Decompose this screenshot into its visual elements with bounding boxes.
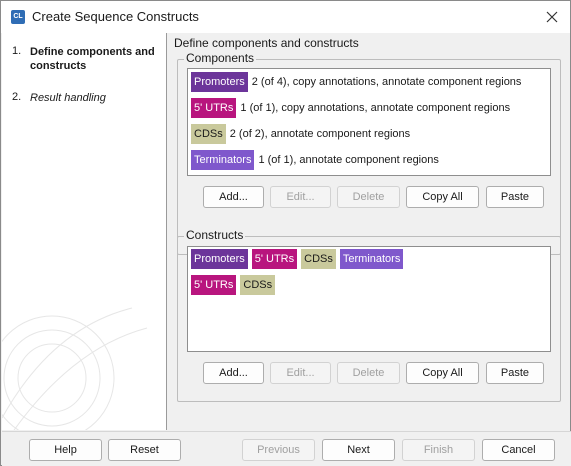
construct-row[interactable]: 5' UTRs CDSs (191, 275, 279, 295)
step-label: Define components and constructs (30, 46, 155, 72)
components-list[interactable]: Promoters 2 (of 4), copy annotations, an… (187, 68, 551, 176)
component-tag: Promoters (191, 72, 248, 92)
dialog-window: CL Create Sequence Constructs 1. Define … (0, 0, 571, 466)
construct-tag: 5' UTRs (251, 249, 298, 269)
dialog-footer: Help Reset Previous Next Finish Cancel (2, 431, 571, 466)
construct-row[interactable]: Promoters 5' UTRs CDSs Terminators (191, 249, 407, 269)
construct-tag: Terminators (339, 249, 404, 269)
list-item[interactable]: CDSs 2 (of 2), annotate component region… (191, 124, 410, 144)
page-heading: Define components and constructs (174, 36, 359, 50)
construct-tag: Promoters (191, 249, 248, 269)
constructs-add-button[interactable]: Add... (203, 362, 264, 384)
component-tag: 5' UTRs (191, 98, 237, 118)
components-edit-button[interactable]: Edit... (270, 186, 331, 208)
component-tag: Terminators (191, 150, 255, 170)
step-number: 1. (12, 45, 22, 57)
components-group: Components Promoters 2 (of 4), copy anno… (177, 51, 561, 255)
component-desc: 2 (of 2), annotate component regions (229, 128, 411, 140)
window-title: Create Sequence Constructs (32, 9, 199, 24)
components-paste-button[interactable]: Paste (486, 186, 544, 208)
constructs-title: Constructs (184, 228, 246, 242)
step-label: Result handling (30, 92, 106, 104)
title-bar: CL Create Sequence Constructs (1, 1, 570, 33)
step-number: 2. (12, 91, 22, 103)
components-add-button[interactable]: Add... (203, 186, 264, 208)
close-button[interactable] (534, 1, 570, 32)
constructs-paste-button[interactable]: Paste (486, 362, 544, 384)
cancel-button[interactable]: Cancel (482, 439, 555, 461)
finish-button[interactable]: Finish (402, 439, 475, 461)
components-delete-button[interactable]: Delete (337, 186, 400, 208)
help-button[interactable]: Help (29, 439, 102, 461)
reset-button[interactable]: Reset (108, 439, 181, 461)
component-desc: 1 (of 1), copy annotations, annotate com… (240, 102, 511, 114)
construct-tag: 5' UTRs (191, 275, 237, 295)
components-copy-all-button[interactable]: Copy All (406, 186, 479, 208)
constructs-list[interactable]: Promoters 5' UTRs CDSs Terminators 5' UT… (187, 246, 551, 352)
wizard-steps-panel: 1. Define components and constructs 2. R… (2, 33, 167, 430)
constructs-edit-button[interactable]: Edit... (270, 362, 331, 384)
list-item[interactable]: 5' UTRs 1 (of 1), copy annotations, anno… (191, 98, 510, 118)
close-icon (546, 11, 558, 22)
constructs-copy-all-button[interactable]: Copy All (406, 362, 479, 384)
component-desc: 2 (of 4), copy annotations, annotate com… (251, 76, 522, 88)
construct-tag: CDSs (301, 249, 336, 269)
constructs-delete-button[interactable]: Delete (337, 362, 400, 384)
main-content: Define components and constructs Compone… (168, 33, 570, 431)
component-desc: 1 (of 1), annotate component regions (258, 154, 439, 166)
next-button[interactable]: Next (322, 439, 395, 461)
app-icon: CL (11, 10, 25, 24)
construct-tag: CDSs (240, 275, 276, 295)
previous-button[interactable]: Previous (242, 439, 315, 461)
watermark-graphic (2, 307, 148, 430)
components-title: Components (184, 51, 257, 65)
list-item[interactable]: Terminators 1 (of 1), annotate component… (191, 150, 439, 170)
list-item[interactable]: Promoters 2 (of 4), copy annotations, an… (191, 72, 521, 92)
component-tag: CDSs (191, 124, 226, 144)
constructs-group: Constructs Promoters 5' UTRs CDSs Termin… (177, 228, 561, 402)
